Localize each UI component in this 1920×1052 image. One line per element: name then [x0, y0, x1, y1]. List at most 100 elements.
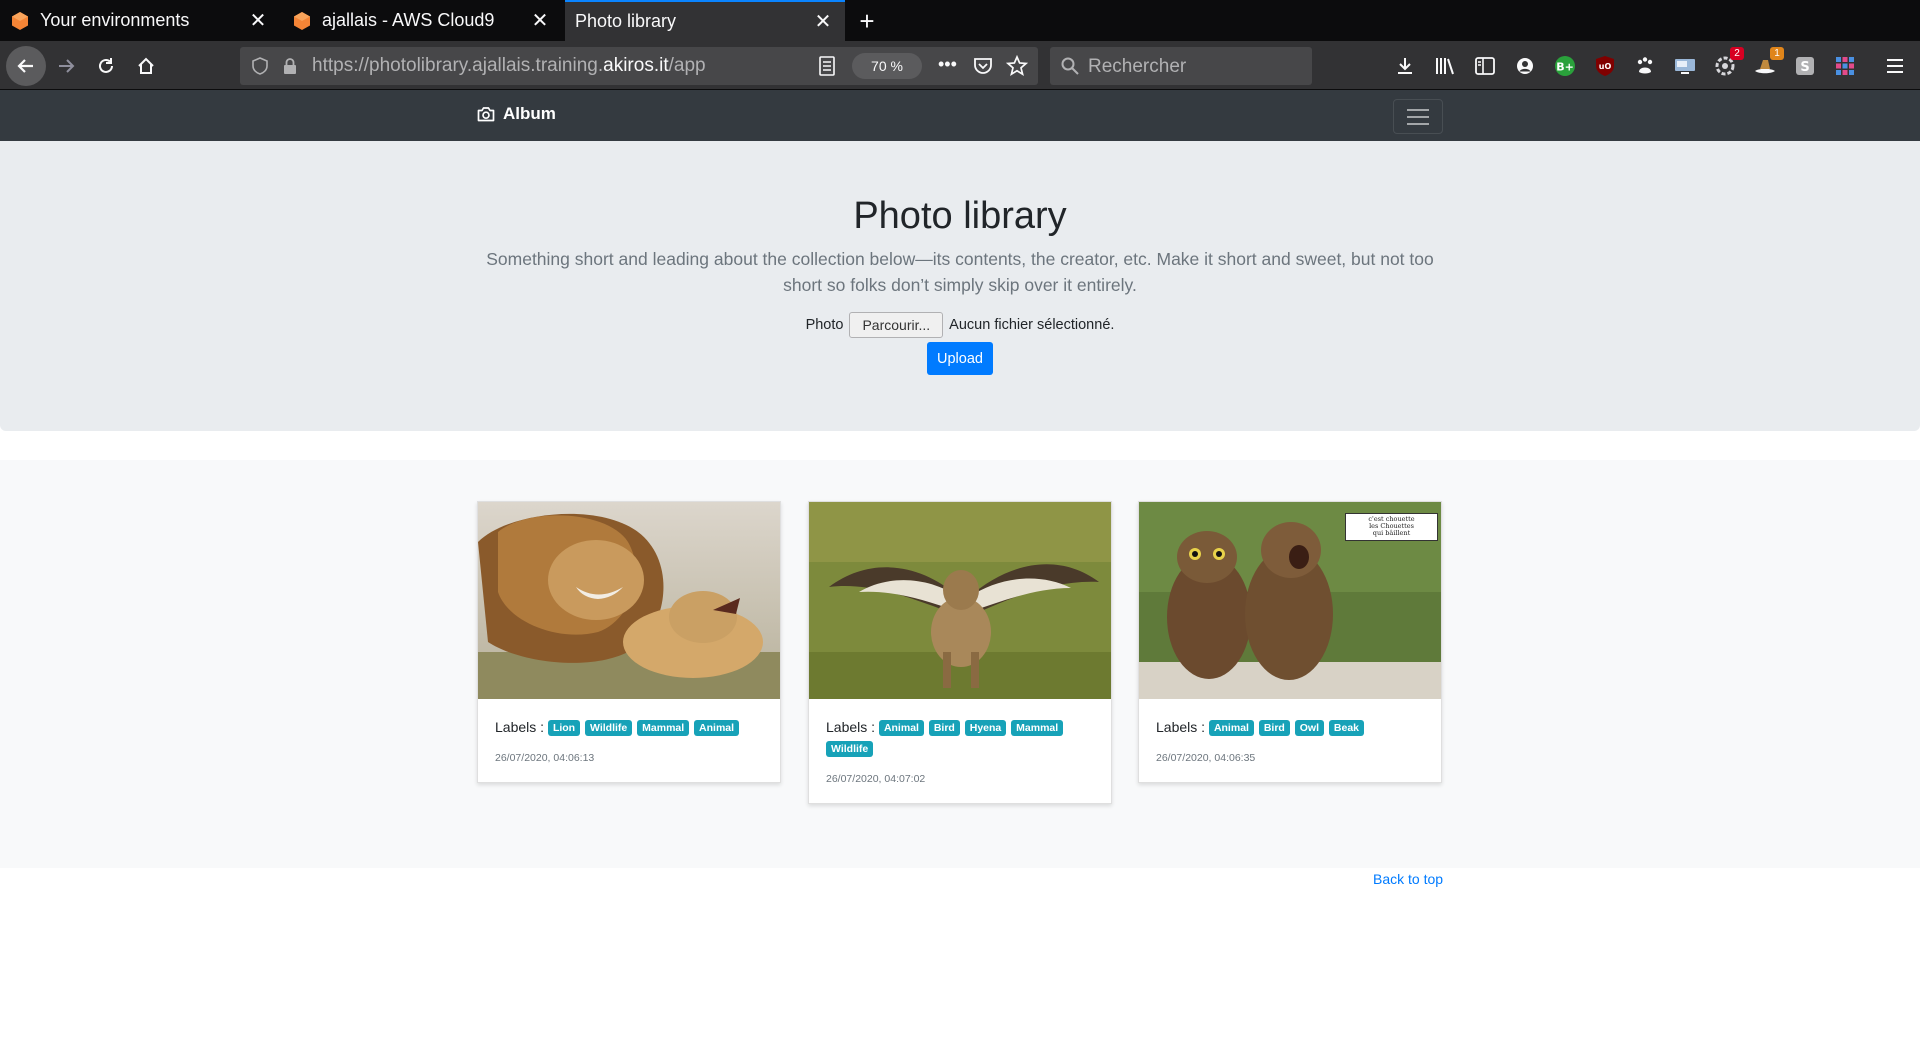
browser-toolbar: https://photolibrary.ajallais.training.a… — [0, 41, 1920, 90]
label-badge: Bird — [928, 720, 960, 736]
label-badge: Lion — [547, 720, 581, 736]
tab-title: Photo library — [575, 11, 677, 31]
extension-grid-button[interactable] — [1832, 53, 1858, 79]
photo-card: c'est chouette les Chouettes qui bâillen… — [1138, 501, 1442, 783]
pocket-icon[interactable] — [973, 56, 993, 76]
url-text: https://photolibrary.ajallais.training.a… — [312, 55, 706, 77]
upload-button[interactable]: Upload — [927, 342, 993, 375]
label-badge: Mammal — [637, 720, 690, 736]
navbar-toggler-button[interactable] — [1393, 99, 1443, 134]
close-icon[interactable]: ✕ — [528, 9, 552, 33]
extension-badge2-button[interactable]: 2 — [1712, 47, 1744, 79]
tab-aws-cloud9[interactable]: ajallais - AWS Cloud9 ✕ — [282, 0, 562, 41]
label-badge: Mammal — [1011, 720, 1064, 736]
paw-icon — [1637, 57, 1653, 74]
url-prefix: https://photolibrary.ajallais.training. — [312, 55, 604, 76]
arrow-right-icon — [59, 59, 75, 73]
hero-section: Photo library Something short and leadin… — [0, 141, 1920, 431]
labels-title: Labels : — [495, 719, 545, 735]
reload-button[interactable] — [89, 49, 123, 83]
ublock-button[interactable]: uO — [1592, 53, 1618, 79]
download-icon — [1398, 58, 1412, 74]
search-bar[interactable]: Rechercher — [1050, 47, 1312, 85]
hamburger-icon — [1887, 59, 1903, 73]
upload-timestamp: 26/07/2020, 04:06:35 — [1156, 752, 1256, 764]
upload-form: Photo Parcourir... Aucun fichier sélecti… — [0, 312, 1920, 338]
hero-lead: Something short and leading about the co… — [486, 249, 1434, 295]
labels-row: Labels : Lion Wildlife Mammal Animal — [495, 717, 763, 738]
back-to-top-link[interactable]: Back to top — [1373, 871, 1443, 887]
bplus-icon: B+ — [1555, 56, 1575, 76]
tab-title: ajallais - AWS Cloud9 — [322, 10, 495, 30]
page-content: Album Photo library Something short and … — [0, 90, 1920, 1052]
hamburger-line — [1407, 115, 1429, 118]
ublock-origin-icon: uO — [1596, 56, 1614, 76]
new-tab-button[interactable]: + — [852, 6, 882, 36]
url-host: akiros.it — [603, 55, 669, 76]
lion-photo[interactable] — [478, 502, 780, 699]
card-body: Labels : Lion Wildlife Mammal Animal 26/… — [478, 699, 780, 782]
url-bar[interactable]: https://photolibrary.ajallais.training.a… — [240, 47, 1038, 85]
zoom-level[interactable]: 70 % — [852, 53, 922, 79]
tab-strip: Your environments ✕ ajallais - AWS Cloud… — [0, 0, 1920, 41]
arrow-left-icon — [17, 59, 33, 73]
photo-label: Photo — [805, 317, 844, 333]
aws-cube-icon — [294, 11, 310, 30]
account-button[interactable] — [1512, 53, 1538, 79]
label-badge: Animal — [1208, 720, 1254, 736]
grid-icon — [1836, 57, 1854, 75]
menu-button[interactable] — [1882, 53, 1908, 79]
hyena-photo[interactable] — [809, 502, 1111, 699]
search-placeholder: Rechercher — [1088, 56, 1187, 77]
extension-s-button[interactable]: S — [1792, 53, 1818, 79]
lock-icon — [284, 58, 296, 74]
close-icon[interactable]: ✕ — [246, 9, 270, 33]
label-badge: Wildlife — [826, 741, 874, 757]
star-icon[interactable] — [1006, 55, 1028, 77]
forward-button[interactable] — [49, 49, 83, 83]
brand-link[interactable]: Album — [477, 104, 556, 124]
labels-row: Labels : Animal Bird Owl Beak — [1156, 717, 1424, 738]
labels-title: Labels : — [1156, 719, 1206, 735]
reader-view-icon[interactable] — [818, 56, 836, 76]
label-badge: Animal — [694, 720, 740, 736]
photo-card: Labels : Animal Bird Hyena Mammal Wildli… — [808, 501, 1112, 804]
extension-badge1-button[interactable]: 1 — [1752, 47, 1784, 79]
aws-cube-icon — [12, 11, 28, 30]
account-icon — [1517, 58, 1533, 74]
extension-bplus-button[interactable]: B+ — [1552, 53, 1578, 79]
reload-icon — [99, 58, 113, 73]
library-button[interactable] — [1432, 53, 1458, 79]
label-badge: Beak — [1328, 720, 1364, 736]
photo-card: Labels : Lion Wildlife Mammal Animal 26/… — [477, 501, 781, 783]
label-badge: Wildlife — [585, 720, 633, 736]
svg-text:uO: uO — [1599, 62, 1612, 71]
tab-your-environments[interactable]: Your environments ✕ — [0, 0, 280, 41]
extension-paw-button[interactable] — [1632, 53, 1658, 79]
site-header: Album — [0, 90, 1920, 141]
image-caption-line: qui bâillent — [1372, 529, 1411, 537]
page-title: Photo library — [853, 195, 1067, 237]
tab-title: Your environments — [40, 10, 190, 30]
label-badge: Owl — [1294, 720, 1324, 736]
sidebar-button[interactable] — [1472, 53, 1498, 79]
card-body: Labels : Animal Bird Hyena Mammal Wildli… — [809, 699, 1111, 803]
close-icon[interactable]: ✕ — [811, 10, 835, 34]
labels-title: Labels : — [826, 719, 876, 735]
camera-icon — [477, 107, 495, 122]
notification-badge: 1 — [1770, 47, 1784, 60]
label-badge: Animal — [878, 720, 924, 736]
labels-row: Labels : Animal Bird Hyena Mammal Wildli… — [826, 717, 1094, 759]
more-actions-icon[interactable]: ••• — [938, 54, 957, 75]
back-button[interactable] — [6, 46, 46, 86]
home-button[interactable] — [129, 49, 163, 83]
tab-photo-library[interactable]: Photo library ✕ — [565, 0, 845, 41]
extension-screen-button[interactable] — [1672, 53, 1698, 79]
search-icon — [1061, 57, 1079, 75]
downloads-button[interactable] — [1392, 53, 1418, 79]
card-body: Labels : Animal Bird Owl Beak 26/07/2020… — [1139, 699, 1441, 782]
file-browse-button[interactable]: Parcourir... — [849, 312, 944, 338]
home-icon — [138, 57, 154, 74]
library-icon — [1436, 58, 1454, 75]
label-badge: Hyena — [964, 720, 1007, 736]
